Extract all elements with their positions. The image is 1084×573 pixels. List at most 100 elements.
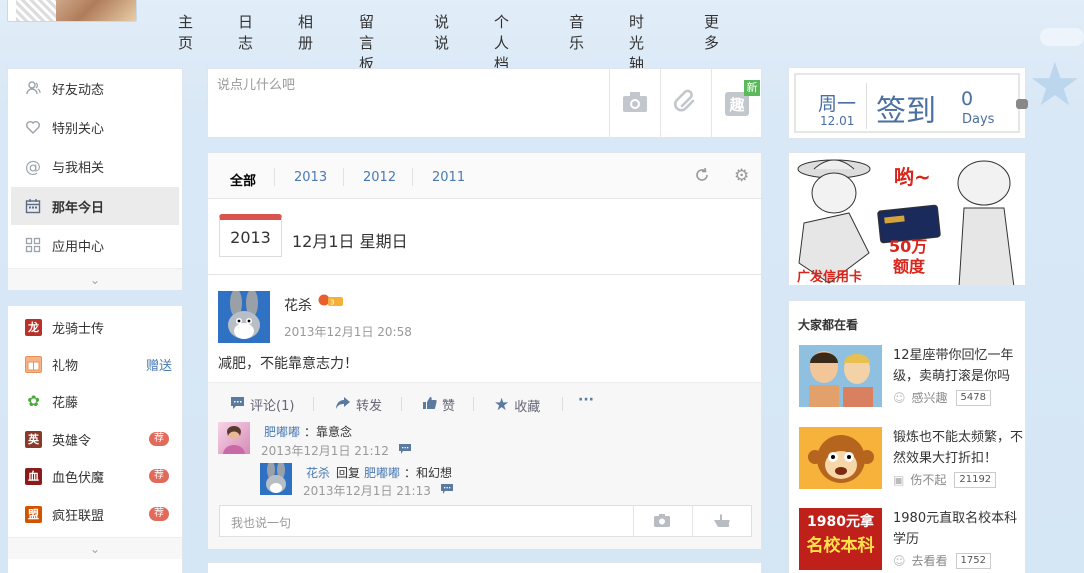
blood-demon-icon: 血 (25, 467, 42, 485)
signin-button[interactable]: 签到 (876, 86, 936, 130)
gift-send-link[interactable]: 赠送 (146, 355, 172, 374)
trending-item-title[interactable]: 1980元直取名校本科学历 (893, 508, 1025, 550)
reply-target[interactable]: 肥嘟嘟 (364, 464, 400, 481)
menu-item-app-center[interactable]: 应用中心 (8, 226, 182, 264)
app-item-blood-demon[interactable]: 血 血色伏魔 荐 (8, 457, 182, 495)
trending-item-meta: ▣ 伤不起 21192 (893, 471, 997, 488)
trending-item[interactable]: 锻炼也不能太频繁，不然效果大打折扣！ ▣ 伤不起 21192 (799, 427, 1023, 493)
share-label: 转发 (356, 399, 383, 414)
trending-item-title[interactable]: 12星座带你回忆一年级，卖萌打滚是你吗 (893, 345, 1025, 387)
favorite-button[interactable]: ★ 收藏 (494, 395, 540, 415)
post-action-bar: 评论(1) 转发 赞 ★ 收藏 ··· (208, 382, 761, 422)
emoji-hand-icon[interactable] (712, 513, 732, 532)
menu-item-on-this-day[interactable]: 那年今日 (11, 187, 179, 225)
nav-blog[interactable]: 日志 (238, 11, 253, 53)
camera-icon[interactable] (653, 513, 671, 532)
trending-item[interactable]: 1980元拿 名校本科 1980元直取名校本科学历 ☺ 去看看 1752 (799, 508, 1019, 573)
menu-item-special-care[interactable]: 特别关心 (8, 108, 182, 146)
share-arrow-icon (335, 396, 351, 414)
trending-thumb (799, 427, 882, 489)
trending-item[interactable]: 12星座带你回忆一年级，卖萌打滚是你吗 ☺ 感兴趣 5478 (799, 345, 1019, 411)
sad-face-icon: ▣ (893, 472, 905, 487)
post-author-avatar[interactable] (218, 291, 270, 343)
post-author-name[interactable]: 花杀 (284, 295, 312, 315)
reply-input[interactable]: 我也说一句 (231, 514, 291, 531)
reply-time: 2013年12月1日 21:13 (303, 484, 431, 498)
tab-all[interactable]: 全部 (230, 170, 256, 189)
new-badge: 新 (744, 80, 760, 96)
app-label: 血色伏魔 (52, 470, 105, 486)
trending-item-meta: ☺ 去看看 1752 (893, 552, 991, 569)
app-item-dragon-knight[interactable]: 龙 龙骑士传 (8, 308, 182, 346)
nav-more[interactable]: 更多 (704, 11, 719, 53)
share-button[interactable]: 转发 (335, 395, 382, 414)
settings-gear-icon[interactable]: ⚙ (734, 166, 749, 186)
tab-2011[interactable]: 2011 (432, 170, 465, 185)
trending-item-reaction[interactable]: 伤不起 (910, 471, 946, 488)
commenter-avatar[interactable] (218, 422, 250, 454)
menu-item-label: 应用中心 (52, 239, 105, 255)
reply-input-box: 我也说一句 (219, 505, 752, 537)
app-label: 花藤 (52, 395, 79, 411)
nav-shuoshuo[interactable]: 说说 (434, 11, 449, 53)
ad-limit: 额度 (893, 257, 926, 276)
trending-item-reaction[interactable]: 去看看 (912, 552, 948, 569)
tab-2013[interactable]: 2013 (294, 170, 327, 185)
app-label: 疯狂联盟 (52, 508, 105, 524)
comment-label: 评论(1) (250, 399, 295, 414)
nav-timeline[interactable]: 时光轴 (629, 11, 644, 74)
smile-icon: ☺ (893, 553, 906, 568)
vip-badge-icon: 3 (318, 292, 344, 308)
ad-banner[interactable]: 哟~ 50万 额度 广发信用卡 (788, 152, 1026, 286)
like-button[interactable]: 赞 (422, 395, 455, 414)
recommend-badge: 荐 (149, 432, 169, 446)
status-input[interactable]: 说点儿什么吧 (217, 74, 607, 134)
signin-card[interactable]: 周一 12.01 签到 0 Days (794, 73, 1028, 133)
friends-icon (24, 79, 42, 97)
expand-menu-button[interactable]: ⌄ (8, 268, 182, 290)
link-icon (673, 89, 699, 119)
trending-item-title[interactable]: 锻炼也不能太频繁，不然效果大打折扣！ (893, 427, 1025, 469)
tab-2012[interactable]: 2012 (363, 170, 396, 185)
app-item-crazy-league[interactable]: 盟 疯狂联盟 荐 (8, 495, 182, 533)
comment-button[interactable]: 评论(1) (230, 395, 294, 414)
nav-guestbook[interactable]: 留言板 (359, 11, 374, 74)
dragon-knight-icon: 龙 (25, 318, 42, 336)
date-title: 12月1日 星期日 (292, 232, 408, 251)
trending-item-count: 1752 (955, 552, 991, 569)
hero-order-icon: 英 (25, 430, 42, 448)
feed-panel: 全部 2013 2012 2011 ⚙ 2013 12月1日 星期日 花杀 3 … (207, 152, 762, 549)
nav-home[interactable]: 主页 (178, 11, 193, 53)
comment-author[interactable]: 肥嘟嘟 (264, 423, 300, 440)
reply-author[interactable]: 花杀 (306, 464, 330, 481)
reply-author-avatar[interactable] (260, 461, 292, 495)
nav-profile[interactable]: 个人档 (494, 11, 509, 74)
signin-panel: 周一 12.01 签到 0 Days (788, 67, 1028, 139)
photo-button[interactable] (609, 69, 660, 139)
menu-item-mentions[interactable]: @ 与我相关 (8, 147, 182, 185)
app-item-gift[interactable]: 礼物 赠送 (8, 345, 182, 383)
app-item-hero-order[interactable]: 英 英雄令 荐 (8, 420, 182, 458)
more-options-button[interactable]: ··· (578, 392, 594, 408)
trending-item-reaction[interactable]: 感兴趣 (912, 389, 948, 406)
recommend-badge: 荐 (149, 469, 169, 483)
refresh-icon[interactable] (694, 167, 710, 187)
link-button[interactable] (660, 69, 711, 139)
compose-box: 说点儿什么吧 趣 新 (207, 68, 762, 139)
trending-panel: 大家都在看 12星座带你回忆一年级，卖萌打滚是你吗 ☺ 感兴趣 5478 锻炼也… (788, 300, 1026, 573)
nav-photos[interactable]: 相册 (298, 11, 313, 53)
app-item-vine[interactable]: ✿ 花藤 (8, 382, 182, 420)
recommend-badge: 荐 (149, 507, 169, 521)
user-avatar-top[interactable] (7, 0, 137, 22)
star-icon: ★ (494, 395, 510, 415)
reply-comment-icon[interactable] (398, 443, 412, 459)
expand-apps-button[interactable]: ⌄ (8, 537, 182, 559)
ad-exclaim: 哟~ (894, 165, 931, 189)
menu-item-label: 特别关心 (52, 121, 105, 137)
nav-music[interactable]: 音乐 (569, 11, 584, 53)
menu-item-friend-feed[interactable]: 好友动态 (8, 69, 182, 107)
reply-comment-icon[interactable] (440, 483, 454, 499)
thumb-text-line-2: 名校本科 (806, 536, 875, 556)
at-icon: @ (25, 156, 41, 176)
menu-item-label: 好友动态 (52, 82, 105, 98)
